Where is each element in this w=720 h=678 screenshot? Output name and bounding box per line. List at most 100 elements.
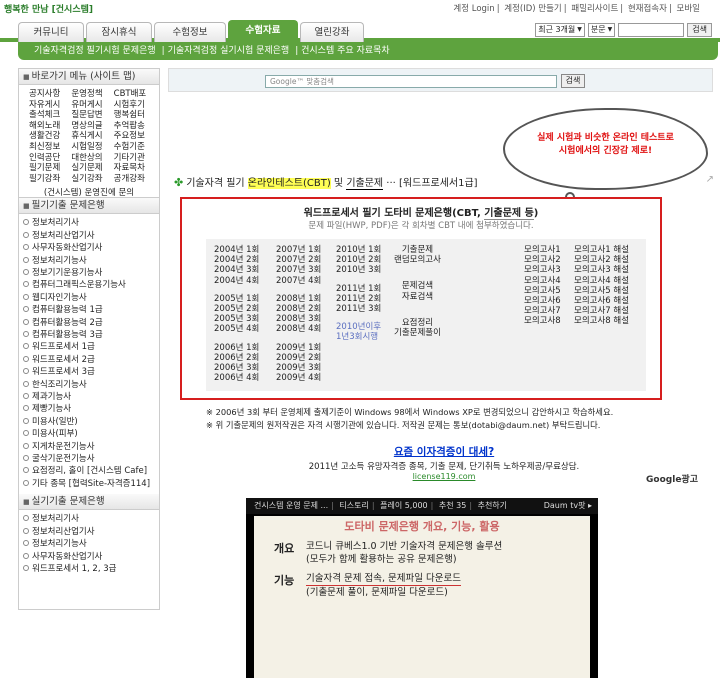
- sidebar-item[interactable]: 정보처리기능사: [23, 255, 159, 267]
- exam-round-link[interactable]: 2005년 3회: [214, 314, 259, 324]
- sidebar-item[interactable]: 컴퓨터활용능력 2급: [23, 317, 159, 329]
- range-select[interactable]: 최근 3개월 ▼: [535, 23, 585, 37]
- sitemap-link[interactable]: 자료목차: [114, 163, 156, 174]
- sidebar-item[interactable]: 정보처리산업기사: [23, 230, 159, 242]
- tool-link[interactable]: 자료검색: [394, 292, 441, 302]
- exam-round-link[interactable]: 2004년 2회: [214, 255, 259, 265]
- mobile-link[interactable]: 모바일: [677, 4, 700, 14]
- google-search-input[interactable]: Google™ 맞춤검색: [265, 75, 557, 88]
- google-search-button[interactable]: 검색: [561, 74, 585, 88]
- exam-round-link[interactable]: 2008년 1회: [276, 294, 321, 304]
- sitemap-link[interactable]: 공지사항: [29, 89, 71, 100]
- exam-round-link[interactable]: 2009년 3회: [276, 363, 321, 373]
- current-users-link[interactable]: 현재접속자: [628, 4, 667, 14]
- sitemap-link[interactable]: 수험기준: [114, 142, 156, 153]
- sidebar-item[interactable]: 정보처리기사: [23, 217, 159, 229]
- exam-round-link[interactable]: 2010년 1회: [336, 245, 381, 255]
- sitemap-link[interactable]: 생활건강: [29, 131, 71, 142]
- exam-round-link[interactable]: 2004년 4회: [214, 276, 259, 286]
- sidebar-item[interactable]: 정보처리기능사: [23, 538, 159, 550]
- subnav-contents[interactable]: 건시스템 주요 자료목차: [301, 46, 390, 56]
- tool-link[interactable]: 기출문제풀이: [394, 328, 441, 338]
- sidebar-item[interactable]: 정보기기운용기능사: [23, 267, 159, 279]
- tab-exam-info[interactable]: 수험정보: [154, 22, 226, 42]
- sidebar-item[interactable]: 워드프로세서 3급: [23, 366, 159, 378]
- exam-round-link[interactable]: 2006년 1회: [214, 343, 259, 353]
- tool-link[interactable]: 랜덤모의고사: [394, 255, 441, 265]
- sidebar-item[interactable]: 워드프로세서 2급: [23, 354, 159, 366]
- exam-round-link[interactable]: 2010년 2회: [336, 255, 381, 265]
- sidebar-item[interactable]: 사무자동화산업기사: [23, 242, 159, 254]
- sitemap-link[interactable]: 해외노래: [29, 121, 71, 132]
- tab-community[interactable]: 커뮤니티: [18, 22, 84, 42]
- exam-round-link[interactable]: 2006년 3회: [214, 363, 259, 373]
- sitemap-link[interactable]: 휴식게시: [71, 131, 113, 142]
- ad-url[interactable]: license119.com: [413, 472, 476, 481]
- google-ad-label[interactable]: Google광고: [646, 472, 698, 485]
- sidebar-item[interactable]: 미용사(피부): [23, 428, 159, 440]
- mock-exam-link[interactable]: 모의고사6: [524, 296, 561, 306]
- video-source[interactable]: 티스토리: [339, 501, 368, 510]
- sitemap-link[interactable]: 자유게시: [29, 100, 71, 111]
- ad-link[interactable]: 요즘 이자격증이 대세?: [168, 444, 720, 459]
- tool-link[interactable]: 기출문제: [394, 245, 441, 255]
- exam-round-link[interactable]: 2010년 3회: [336, 265, 381, 275]
- sitemap-link[interactable]: 운영정책: [71, 89, 113, 100]
- mock-solution-link[interactable]: 모의고사1 해설: [574, 245, 629, 255]
- sitemap-link[interactable]: 최신정보: [29, 142, 71, 153]
- exam-round-link[interactable]: 2007년 1회: [276, 245, 321, 255]
- sitemap-link[interactable]: 주요정보: [114, 131, 156, 142]
- exam-round-link[interactable]: 2007년 4회: [276, 276, 321, 286]
- mock-solution-link[interactable]: 모의고사8 해설: [574, 316, 629, 326]
- mock-exam-link[interactable]: 모의고사7: [524, 306, 561, 316]
- exam-round-link[interactable]: 2011년 1회: [336, 284, 381, 294]
- sidebar-item[interactable]: 미용사(일반): [23, 416, 159, 428]
- mock-exam-link[interactable]: 모의고사3: [524, 265, 561, 275]
- sidebar-item[interactable]: 워드프로세서 1급: [23, 341, 159, 353]
- sidebar-item[interactable]: 사무자동화산업기사: [23, 551, 159, 563]
- board-search-button[interactable]: 검색: [687, 23, 712, 37]
- tool-link[interactable]: 문제검색: [394, 281, 441, 291]
- exam-round-link[interactable]: 2009년 2회: [276, 353, 321, 363]
- exam-round-link[interactable]: 2004년 1회: [214, 245, 259, 255]
- exam-round-link[interactable]: 2007년 3회: [276, 265, 321, 275]
- exam-round-link[interactable]: 2009년 1회: [276, 343, 321, 353]
- mock-exam-link[interactable]: 모의고사8: [524, 316, 561, 326]
- sitemap-link[interactable]: 실기강좌: [71, 174, 113, 185]
- video-recommend[interactable]: 추천하기: [478, 501, 507, 510]
- mock-exam-link[interactable]: 모의고사5: [524, 286, 561, 296]
- exam-round-link[interactable]: 2008년 4회: [276, 324, 321, 334]
- sidebar-item[interactable]: 기타 종목 [협력Site-자격증114]: [23, 478, 159, 490]
- mock-exam-link[interactable]: 모의고사2: [524, 255, 561, 265]
- video-title[interactable]: 건시스템 운영 문제 ...: [254, 501, 328, 510]
- sitemap-link[interactable]: 행복쉼터: [114, 110, 156, 121]
- sitemap-link[interactable]: 인력공단: [29, 153, 71, 164]
- sidebar-item[interactable]: 한식조리기능사: [23, 379, 159, 391]
- family-site-link[interactable]: 패밀리사이트: [571, 4, 618, 14]
- tool-link[interactable]: 요점정리: [394, 318, 441, 328]
- sidebar-item[interactable]: 워드프로세서 1, 2, 3급: [23, 563, 159, 575]
- mock-exam-link[interactable]: 모의고사1: [524, 245, 561, 255]
- site-logo[interactable]: 행복한 만남 [건시스템]: [4, 2, 93, 15]
- sitemap-link[interactable]: 유머게시: [71, 100, 113, 111]
- field-select[interactable]: 분문 ▼: [587, 23, 616, 37]
- sitemap-link[interactable]: 실기문제: [71, 163, 113, 174]
- sitemap-link[interactable]: 대한상의: [71, 153, 113, 164]
- tab-exam-materials[interactable]: 수험자료: [228, 20, 298, 42]
- sitemap-link[interactable]: 기타기관: [114, 153, 156, 164]
- exam-round-link[interactable]: 2007년 2회: [276, 255, 321, 265]
- login-link[interactable]: 계정 Login: [453, 4, 494, 14]
- board-search-input[interactable]: [618, 23, 685, 37]
- tab-break[interactable]: 잠시휴식: [86, 22, 152, 42]
- sitemap-link[interactable]: 시험후기: [114, 100, 156, 111]
- exam-round-link[interactable]: 2004년 3회: [214, 265, 259, 275]
- sidebar-note[interactable]: (건시스템) 운영진에 문의: [19, 184, 159, 199]
- subnav-written-bank[interactable]: 기술자격검정 필기시험 문제은행: [34, 46, 156, 56]
- exam-round-link[interactable]: 2009년 4회: [276, 373, 321, 383]
- sidebar-item[interactable]: 컴퓨터활용능력 1급: [23, 304, 159, 316]
- sidebar-item[interactable]: 정보처리산업기사: [23, 526, 159, 538]
- collapse-icon[interactable]: ↗: [706, 174, 714, 185]
- mock-exam-link[interactable]: 모의고사4: [524, 276, 561, 286]
- mock-solution-link[interactable]: 모의고사4 해설: [574, 276, 629, 286]
- sidebar-item[interactable]: 굴삭기운전기능사: [23, 453, 159, 465]
